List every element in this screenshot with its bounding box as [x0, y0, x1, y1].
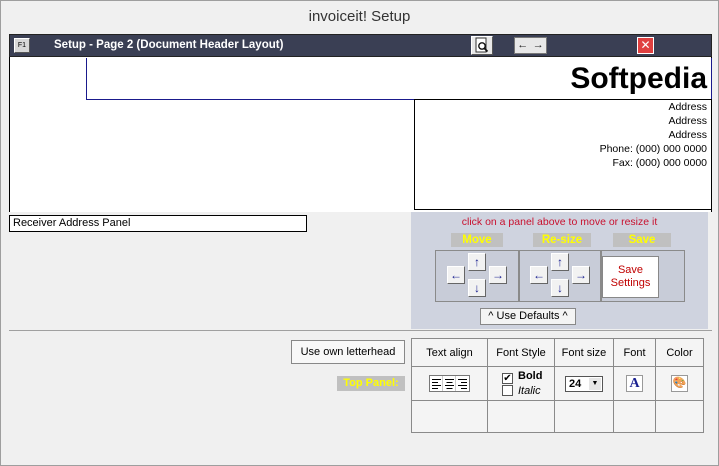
column-header-font: Font	[613, 338, 656, 367]
help-button[interactable]: F1	[14, 38, 30, 53]
address-line: Address	[668, 115, 707, 127]
empty-cell	[613, 400, 656, 433]
resize-down-arrow-icon[interactable]: ↓	[551, 279, 569, 297]
resize-label: Re-size	[533, 233, 591, 247]
print-preview-button[interactable]	[471, 36, 493, 55]
save-button-line2: Settings	[610, 277, 651, 289]
save-settings-button[interactable]: Save Settings	[602, 256, 659, 298]
use-defaults-button[interactable]: ^ Use Defaults ^	[480, 308, 576, 325]
italic-label: Italic	[518, 385, 541, 397]
phone-line: Phone: (000) 000 0000	[599, 143, 707, 155]
font-size-cell: 24 ▼	[554, 366, 614, 401]
dropdown-arrow-icon: ▼	[589, 377, 601, 390]
move-down-arrow-icon[interactable]: ↓	[468, 279, 486, 297]
empty-cell	[411, 400, 488, 433]
use-own-letterhead-button[interactable]: Use own letterhead	[291, 340, 405, 364]
font-picker-icon[interactable]: A	[626, 375, 643, 392]
column-header-text-align: Text align	[411, 338, 488, 367]
instruction-hint: click on a panel above to move or resize…	[461, 216, 658, 228]
company-name: Softpedia	[570, 62, 707, 95]
column-header-font-style: Font Style	[487, 338, 555, 367]
move-right-arrow-icon[interactable]: →	[489, 266, 507, 284]
page-title: Setup - Page 2 (Document Header Layout)	[54, 39, 284, 51]
bold-checkbox[interactable]: ✔	[502, 373, 513, 384]
font-size-select[interactable]: 24 ▼	[565, 375, 603, 392]
align-left-icon[interactable]	[430, 375, 443, 391]
align-right-icon[interactable]	[456, 376, 469, 391]
column-header-font-size: Font size	[554, 338, 614, 367]
document-header-canvas: Softpedia Address Address Address Phone:…	[9, 57, 712, 212]
move-pad: ↑ ← → ↓	[435, 250, 519, 302]
column-header-color: Color	[655, 338, 704, 367]
resize-pad: ↑ ← → ↓	[519, 250, 601, 302]
setup-window: invoiceit! Setup F1 Setup - Page 2 (Docu…	[0, 0, 719, 466]
resize-up-arrow-icon[interactable]: ↑	[551, 253, 569, 271]
italic-checkbox[interactable]	[502, 385, 513, 396]
top-panel-label: Top Panel:	[337, 376, 405, 391]
resize-right-arrow-icon[interactable]: →	[572, 266, 590, 284]
text-align-group	[429, 374, 470, 392]
color-cell: 🎨	[655, 366, 704, 401]
empty-cell	[655, 400, 704, 433]
empty-cell	[554, 400, 614, 433]
resize-left-arrow-icon[interactable]: ←	[530, 266, 548, 284]
magnifier-page-icon	[475, 37, 489, 53]
page-navigation: ← →	[514, 37, 547, 54]
font-cell: A	[613, 366, 656, 401]
layout-control-panel: click on a panel above to move or resize…	[411, 212, 708, 329]
bold-option[interactable]: ✔ Bold	[488, 369, 554, 384]
sender-address-panel[interactable]: Address Address Address Phone: (000) 000…	[414, 99, 712, 210]
color-picker-icon[interactable]: 🎨	[671, 375, 688, 392]
font-style-cell: ✔ Bold Italic	[487, 366, 555, 401]
receiver-address-panel[interactable]: Receiver Address Panel	[9, 215, 307, 232]
move-left-arrow-icon[interactable]: ←	[447, 266, 465, 284]
align-center-icon[interactable]	[443, 375, 456, 391]
panel-options-table: Text align Font Style Font size Font Col…	[411, 338, 704, 433]
save-label: Save	[613, 233, 671, 247]
move-up-arrow-icon[interactable]: ↑	[468, 253, 486, 271]
address-line: Address	[668, 129, 707, 141]
empty-cell	[487, 400, 555, 433]
next-page-arrow-icon[interactable]: →	[531, 38, 547, 53]
close-button[interactable]: ✕	[637, 37, 654, 54]
fax-line: Fax: (000) 000 0000	[612, 157, 707, 169]
font-size-value: 24	[569, 377, 582, 390]
window-title: invoiceit! Setup	[1, 1, 718, 33]
top-panel[interactable]: Softpedia	[86, 58, 712, 100]
text-align-cell	[411, 366, 488, 401]
bold-label: Bold	[518, 370, 543, 382]
section-divider	[9, 330, 712, 331]
prev-page-arrow-icon[interactable]: ←	[515, 38, 531, 53]
move-label: Move	[451, 233, 503, 247]
address-line: Address	[668, 101, 707, 113]
italic-option[interactable]: Italic	[488, 384, 554, 398]
setup-toolbar: F1 Setup - Page 2 (Document Header Layou…	[9, 34, 712, 57]
save-button-line1: Save	[617, 264, 644, 276]
